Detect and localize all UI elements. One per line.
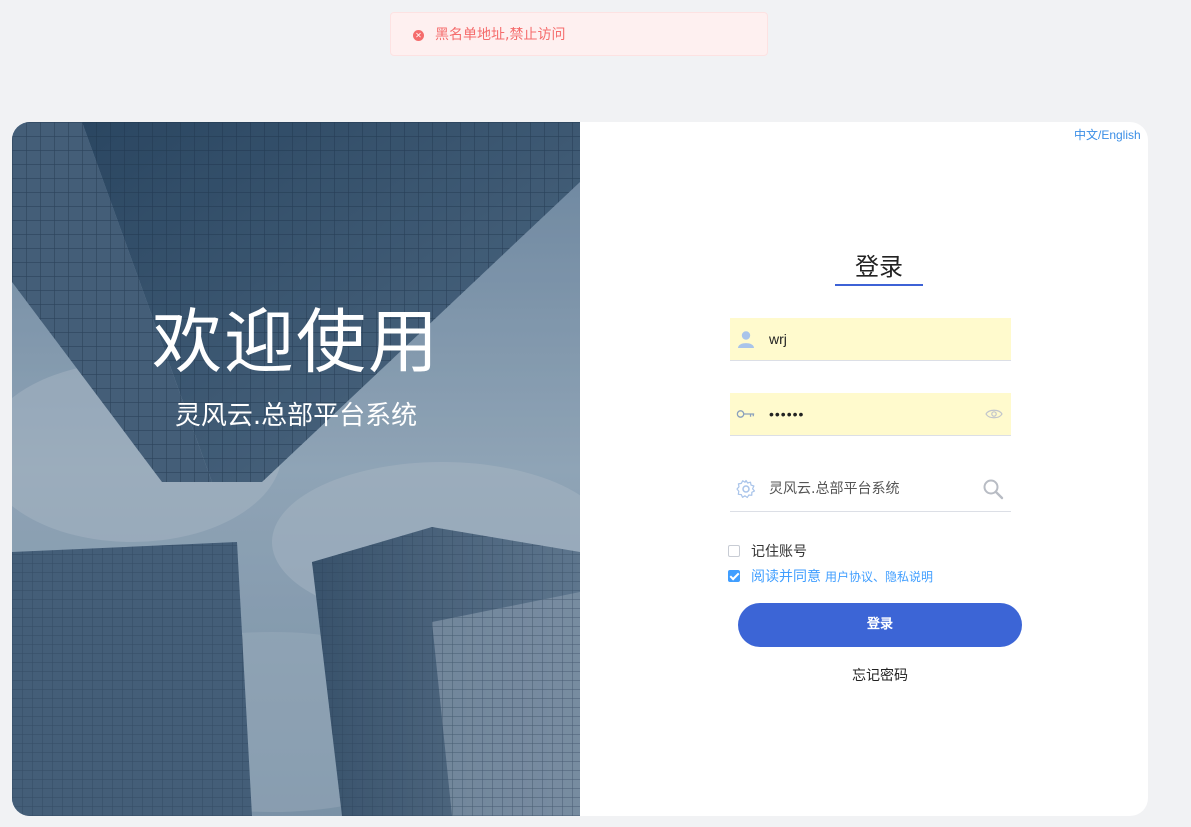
forgot-password-link[interactable]: 忘记密码 <box>830 667 930 685</box>
system-select-value[interactable]: 灵风云.总部平台系统 <box>769 480 899 498</box>
language-switch-link[interactable]: 中文/English <box>1074 127 1141 143</box>
welcome-title: 欢迎使用 <box>152 301 440 383</box>
agreement-links[interactable]: 用户协议、隐私说明 <box>825 568 933 585</box>
eye-icon[interactable] <box>985 405 1003 423</box>
error-circle-icon: ✕ <box>413 30 424 41</box>
agreement-row[interactable]: 阅读并同意 用户协议、隐私说明 <box>728 567 933 585</box>
user-icon <box>738 331 754 348</box>
remember-account-label[interactable]: 记住账号 <box>751 541 807 561</box>
password-field[interactable]: •••••• <box>730 393 1011 436</box>
remember-account-row[interactable]: 记住账号 <box>728 542 807 560</box>
login-card: 欢迎使用 灵风云.总部平台系统 中文/English 登录 wrj ••••••… <box>12 122 1148 816</box>
error-alert: ✕ 黑名单地址,禁止访问 <box>390 12 768 56</box>
settings-gear-icon <box>736 479 756 499</box>
agreement-checkbox[interactable] <box>728 570 740 582</box>
skyscraper-background-image <box>12 122 580 816</box>
system-name-subtitle: 灵风云.总部平台系统 <box>174 401 418 431</box>
password-input[interactable]: •••••• <box>769 405 804 423</box>
login-heading: 登录 <box>855 253 903 281</box>
remember-account-checkbox[interactable] <box>728 545 740 557</box>
search-icon[interactable] <box>982 478 1004 500</box>
agreement-label[interactable]: 阅读并同意 <box>751 566 821 586</box>
system-select-field[interactable]: 灵风云.总部平台系统 <box>730 468 1011 512</box>
key-icon <box>736 410 755 418</box>
login-button[interactable]: 登录 <box>738 603 1022 647</box>
username-field[interactable]: wrj <box>730 318 1011 361</box>
alert-message: 黑名单地址,禁止访问 <box>435 27 566 43</box>
welcome-banner: 欢迎使用 灵风云.总部平台系统 <box>12 122 580 816</box>
username-input[interactable]: wrj <box>769 330 787 348</box>
login-heading-underline <box>835 284 923 286</box>
